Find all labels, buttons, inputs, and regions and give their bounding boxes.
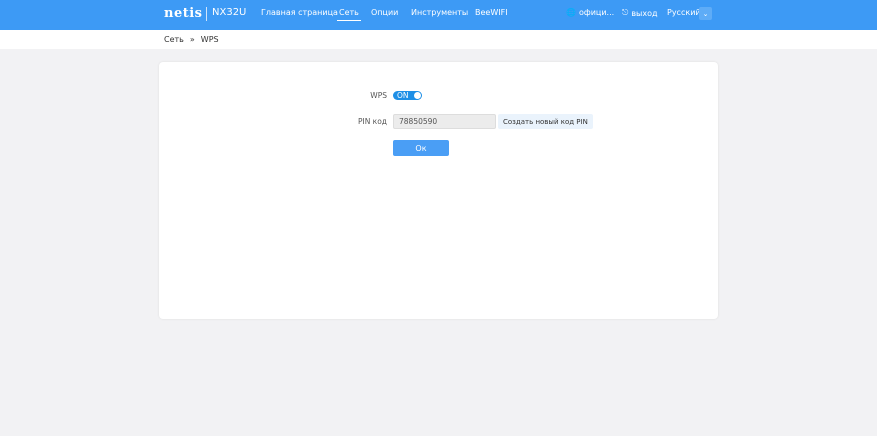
official-label: офици... bbox=[578, 8, 615, 17]
logout-link[interactable]: ⎋ выход bbox=[622, 8, 658, 18]
toggle-knob bbox=[414, 92, 421, 99]
logout-icon: ⎋ bbox=[622, 8, 629, 17]
pin-label: PIN код bbox=[357, 117, 387, 126]
breadcrumb-separator: » bbox=[189, 35, 195, 44]
breadcrumb: Сеть » WPS bbox=[0, 30, 877, 49]
nav-options[interactable]: Опции bbox=[371, 8, 398, 17]
nav-tools[interactable]: Инструменты bbox=[411, 8, 468, 17]
model-name: NX32U bbox=[212, 7, 247, 18]
globe-icon: 🌐 bbox=[566, 8, 576, 17]
nav-beewifi[interactable]: BeeWIFI bbox=[475, 8, 508, 17]
divider bbox=[206, 7, 207, 21]
chevron-down-icon[interactable]: ⌄ bbox=[699, 7, 712, 20]
toggle-state: ON bbox=[397, 91, 409, 100]
ok-button[interactable]: Ок bbox=[393, 140, 449, 156]
generate-pin-button[interactable]: Создать новый код PIN bbox=[498, 114, 593, 129]
nav-network[interactable]: Сеть bbox=[337, 8, 361, 21]
pin-input[interactable] bbox=[393, 114, 496, 129]
logout-label: выход bbox=[631, 8, 658, 18]
nav-home[interactable]: Главная страница bbox=[261, 8, 338, 17]
top-bar: netis NX32U Главная страница Сеть Опции … bbox=[0, 0, 877, 30]
breadcrumb-current: WPS bbox=[200, 35, 219, 44]
wps-toggle[interactable]: ON bbox=[393, 91, 422, 100]
logo[interactable]: netis bbox=[164, 6, 203, 21]
official-link[interactable]: 🌐 офици... bbox=[566, 8, 614, 17]
breadcrumb-parent[interactable]: Сеть bbox=[164, 35, 184, 44]
wps-label: WPS bbox=[370, 91, 387, 100]
wps-card: WPS ON PIN код Создать новый код PIN Ок bbox=[159, 62, 718, 319]
language-label[interactable]: Русский bbox=[667, 8, 701, 17]
